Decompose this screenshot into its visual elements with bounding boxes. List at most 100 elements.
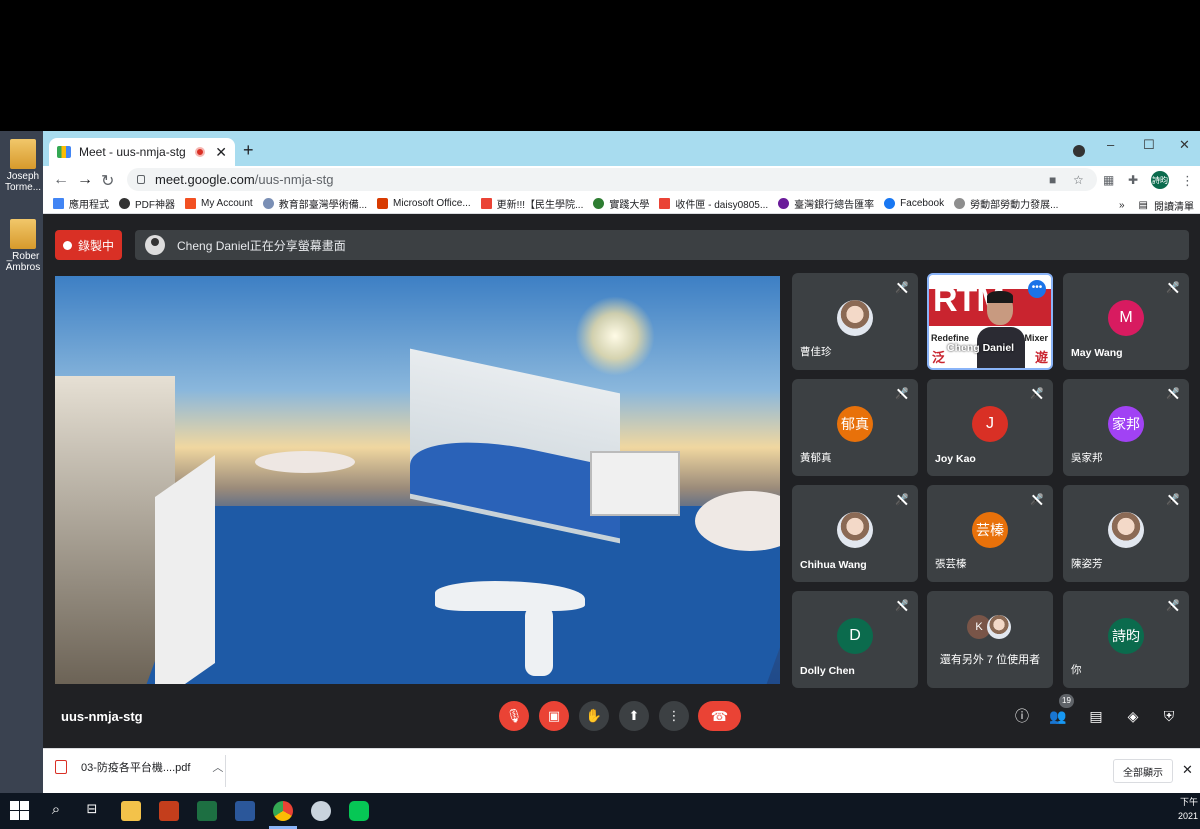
app-icon[interactable] (311, 801, 331, 821)
more-options-button[interactable]: ⋮ (659, 701, 689, 731)
tab-search-icon[interactable] (1073, 145, 1085, 157)
back-icon[interactable]: ← (53, 171, 69, 189)
participant-tile[interactable]: 🎤 曹佳珍 (792, 273, 918, 370)
line-icon[interactable] (349, 801, 369, 821)
close-window-button[interactable]: ✕ (1179, 137, 1190, 153)
excel-icon[interactable] (197, 801, 217, 821)
bookmark-mol[interactable]: 勞動部勞動力發展... (954, 196, 1058, 211)
forward-icon[interactable]: → (77, 171, 93, 189)
reading-list-button[interactable]: 閱讀清單 (1154, 198, 1194, 213)
bookmark-my-account[interactable]: My Account (185, 198, 253, 209)
participant-avatar: 家邦 (1108, 406, 1144, 442)
camera-toggle-button[interactable]: ▣ (539, 701, 569, 731)
show-all-button[interactable]: 全部顯示 (1113, 759, 1173, 783)
close-tab-icon[interactable]: ✕ (215, 144, 227, 161)
participant-photo (987, 615, 1011, 639)
new-tab-button[interactable]: + (243, 140, 254, 161)
pdf-file-icon (55, 760, 67, 774)
mic-toggle-button[interactable]: 🎙 (499, 701, 529, 731)
windows-taskbar: ⌕ ⊟ 下午 2021 (0, 793, 1200, 829)
leave-call-button[interactable]: ☎ (698, 701, 741, 731)
address-bar[interactable]: meet.google.com/uus-nmja-stg (127, 168, 1097, 191)
activities-icon[interactable]: ◈ (1124, 708, 1142, 724)
word-icon[interactable] (235, 801, 255, 821)
bookmarks-bar: 應用程式 PDF神器 My Account 教育部臺灣學術備... Micros… (43, 194, 1200, 214)
reload-icon[interactable]: ↻ (101, 171, 114, 191)
more-participants-avatars: K (967, 615, 1011, 639)
bookmark-pdf[interactable]: PDF神器 (119, 196, 175, 211)
bookmark-star-icon[interactable]: ☆ (1073, 173, 1084, 187)
participant-tile[interactable]: 🎤 M May Wang (1063, 273, 1189, 370)
search-icon[interactable]: ⌕ (46, 801, 66, 821)
maximize-button[interactable]: ☐ (1143, 137, 1155, 153)
url-host: meet.google.com (155, 172, 255, 187)
bookmark-moe[interactable]: 教育部臺灣學術備... (262, 196, 367, 211)
desktop-icon-joseph[interactable]: Joseph Torme... (4, 139, 42, 193)
url-path: /uus-nmja-stg (254, 172, 334, 187)
tab-meet[interactable]: Meet - uus-nmja-stg ✕ (49, 138, 235, 166)
extensions-puzzle-icon[interactable]: ✚ (1128, 173, 1138, 187)
chevron-up-icon[interactable]: ︿ (212, 759, 223, 775)
participant-tile[interactable]: 🎤 D Dolly Chen (792, 591, 918, 688)
task-view-icon[interactable]: ⊟ (82, 801, 102, 821)
more-participants-tile[interactable]: K 還有另外 7 位使用者 (927, 591, 1053, 688)
participant-tile[interactable]: 🎤 Chihua Wang (792, 485, 918, 582)
self-tile[interactable]: 🎤 詩昀 你 (1063, 591, 1189, 688)
mic-off-icon: 🎤 (895, 282, 909, 294)
chrome-icon[interactable] (273, 801, 293, 821)
bookmark-gmail-2[interactable]: 收件匣 - daisy0805... (659, 196, 768, 211)
meeting-code: uus-nmja-stg (61, 709, 143, 724)
mic-off-icon: 🎤 (1166, 494, 1180, 506)
camera-icon[interactable]: ■ (1049, 173, 1056, 187)
participant-tile[interactable]: 🎤 家邦 吳家邦 (1063, 379, 1189, 476)
more-options-icon[interactable]: ••• (1028, 280, 1046, 298)
office-icon (377, 198, 389, 209)
bookmarks-overflow-button[interactable]: » (1119, 200, 1125, 211)
chat-icon[interactable]: ▤ (1087, 708, 1105, 724)
bookmark-bot[interactable]: 臺灣銀行總告匯率 (778, 196, 874, 211)
apps-grid-icon (53, 198, 64, 209)
raise-hand-button[interactable]: ✋ (579, 701, 609, 731)
profile-avatar[interactable]: 詩昀 (1151, 171, 1169, 189)
bookmark-apps[interactable]: 應用程式 (53, 196, 109, 211)
shared-screen (55, 276, 780, 684)
meeting-info-icon[interactable]: ⓘ (1013, 708, 1031, 724)
windows-start-icon[interactable] (10, 801, 30, 821)
mic-off-icon: 🎤 (895, 388, 909, 400)
browser-menu-icon[interactable]: ⋮ (1181, 173, 1194, 189)
mic-off-icon: 🎙 (505, 708, 523, 723)
participant-tile[interactable]: 🎤 陳姿芳 (1063, 485, 1189, 582)
minimize-button[interactable]: – (1107, 137, 1114, 152)
tab-strip: Meet - uus-nmja-stg ✕ + – ☐ ✕ (43, 131, 1200, 166)
extension-calendar-icon[interactable]: ▦ (1103, 173, 1114, 187)
folder-icon (10, 139, 36, 169)
download-item[interactable]: 03-防疫各平台機....pdf ︿ (55, 759, 223, 775)
usc-icon (593, 198, 605, 209)
mic-off-icon: 🎤 (1166, 282, 1180, 294)
participant-tile[interactable]: 🎤 芸榛 張芸榛 (927, 485, 1053, 582)
facebook-icon (884, 198, 896, 209)
participant-tile[interactable]: 🎤 J Joy Kao (927, 379, 1053, 476)
divider (225, 755, 226, 787)
recording-badge[interactable]: 錄製中 (55, 230, 122, 260)
participant-photo (837, 300, 873, 336)
close-icon[interactable]: ✕ (1182, 762, 1193, 778)
powerpoint-icon[interactable] (159, 801, 179, 821)
bookmark-gmail-1[interactable]: 更新!!!【民生學院... (480, 196, 583, 211)
reading-list-icon: ▤ (1138, 200, 1148, 211)
bookmark-usc[interactable]: 實踐大學 (593, 196, 649, 211)
bookmark-facebook[interactable]: Facebook (884, 198, 944, 209)
participant-tile-active-speaker[interactable]: RTM Redefine Mixer 泛 遊 ••• Cheng Daniel (927, 273, 1053, 370)
desktop-icon-robert[interactable]: _Rober Ambros (4, 219, 42, 273)
tab-title: Meet - uus-nmja-stg (79, 145, 186, 159)
bookmark-office[interactable]: Microsoft Office... (377, 198, 471, 209)
system-clock[interactable]: 下午 2021 (1178, 795, 1198, 823)
file-explorer-icon[interactable] (121, 801, 141, 821)
shared-screen-table (255, 451, 355, 473)
host-controls-icon[interactable]: ⛨ (1160, 708, 1178, 724)
participant-tile[interactable]: 🎤 郁真 黃郁真 (792, 379, 918, 476)
participants-icon[interactable]: 👥 (1049, 708, 1067, 724)
hangup-icon: ☎ (710, 707, 729, 724)
presenter-avatar (145, 235, 165, 255)
present-button[interactable]: ⬆ (619, 701, 649, 731)
